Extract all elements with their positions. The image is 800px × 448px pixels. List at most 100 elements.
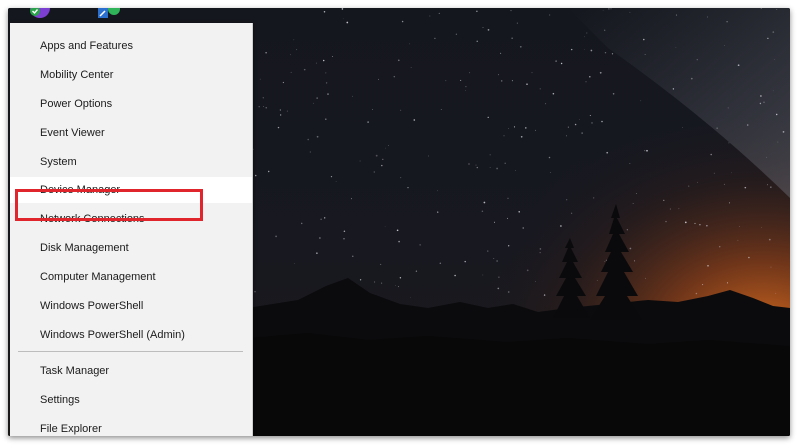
menu-item-event-viewer[interactable]: Event Viewer <box>10 120 252 146</box>
star <box>346 21 349 24</box>
star <box>539 248 542 250</box>
star <box>726 282 729 284</box>
star <box>320 218 322 221</box>
star <box>604 29 606 31</box>
star <box>375 154 378 157</box>
star <box>279 109 281 111</box>
star <box>644 150 646 152</box>
star <box>409 43 411 45</box>
star <box>516 22 518 24</box>
menu-item-power-options[interactable]: Power Options <box>10 91 252 117</box>
star <box>726 21 728 23</box>
star <box>498 74 500 76</box>
star <box>543 294 546 296</box>
star <box>504 162 506 165</box>
star <box>286 110 288 112</box>
star <box>325 118 327 120</box>
star <box>605 259 607 261</box>
star <box>507 217 508 219</box>
star <box>760 8 762 9</box>
menu-item-task-manager[interactable]: Task Manager <box>10 358 252 384</box>
star <box>531 72 533 74</box>
star <box>526 83 528 86</box>
menu-item-windows-powershell-admin[interactable]: Windows PowerShell (Admin) <box>10 322 252 348</box>
shortcut-icon[interactable] <box>96 8 126 20</box>
star <box>460 79 462 81</box>
star <box>539 252 541 254</box>
star <box>770 266 772 268</box>
star <box>570 212 573 214</box>
star <box>702 284 704 286</box>
star <box>482 274 484 276</box>
star <box>316 252 318 254</box>
star <box>410 297 411 298</box>
star <box>776 9 778 10</box>
star <box>611 53 614 55</box>
star <box>629 247 632 250</box>
star <box>688 185 690 187</box>
star <box>713 172 715 174</box>
menu-item-disk-management[interactable]: Disk Management <box>10 235 252 261</box>
star <box>335 181 337 182</box>
star <box>359 160 361 162</box>
star <box>290 71 292 73</box>
star <box>737 239 739 241</box>
star <box>342 18 344 20</box>
menu-item-apps-and-features[interactable]: Apps and Features <box>10 33 252 59</box>
star <box>382 158 384 161</box>
star <box>744 186 747 189</box>
star <box>672 88 675 90</box>
star <box>465 85 467 88</box>
menu-item-file-explorer[interactable]: File Explorer <box>10 416 252 436</box>
star <box>694 222 696 225</box>
star <box>352 95 354 97</box>
star <box>777 141 779 143</box>
star <box>312 102 314 104</box>
star <box>513 126 516 128</box>
menu-item-label: Computer Management <box>40 271 156 283</box>
menu-item-system[interactable]: System <box>10 149 252 175</box>
menu-item-mobility-center[interactable]: Mobility Center <box>10 62 252 88</box>
star <box>464 260 466 263</box>
star <box>549 14 551 16</box>
star <box>496 167 498 170</box>
menu-item-label: Task Manager <box>40 365 110 377</box>
star <box>748 256 750 259</box>
star <box>384 226 386 228</box>
star <box>475 164 477 166</box>
star <box>330 175 333 178</box>
star <box>293 39 295 41</box>
star <box>626 229 628 231</box>
star <box>476 166 478 169</box>
menu-item-windows-powershell[interactable]: Windows PowerShell <box>10 293 252 319</box>
star <box>324 217 326 219</box>
star <box>303 68 306 71</box>
star <box>254 291 256 293</box>
menu-item-computer-management[interactable]: Computer Management <box>10 264 252 290</box>
star <box>296 49 298 51</box>
star <box>482 27 484 28</box>
red-highlight-annotation <box>15 189 203 221</box>
menu-item-settings[interactable]: Settings <box>10 387 252 413</box>
star <box>434 37 436 40</box>
star <box>277 126 280 129</box>
star <box>497 287 500 290</box>
foreground-hills <box>248 333 790 436</box>
star <box>566 135 567 137</box>
star <box>665 220 667 223</box>
app-shortcut-icon[interactable] <box>26 8 56 20</box>
menu-separator <box>18 351 243 352</box>
star <box>437 190 438 192</box>
star <box>772 90 774 92</box>
star <box>511 80 513 82</box>
star <box>388 145 389 146</box>
star <box>343 238 345 240</box>
star <box>487 29 490 31</box>
star <box>413 119 416 121</box>
star <box>579 119 580 120</box>
star <box>604 51 607 54</box>
star <box>393 75 396 78</box>
star <box>259 78 261 80</box>
star <box>644 54 646 55</box>
star <box>574 123 577 126</box>
